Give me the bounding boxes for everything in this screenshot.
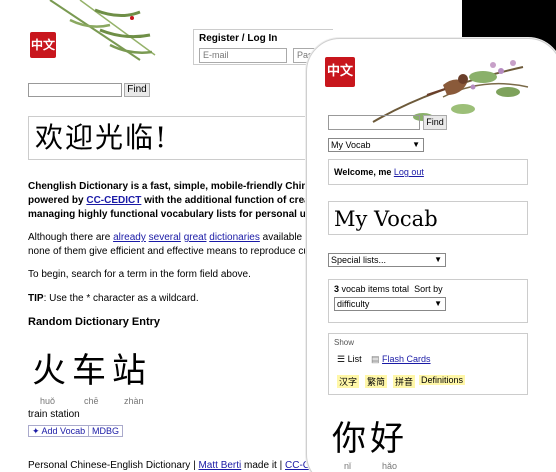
intro-line-1: Chenglish Dictionary is a fast, simple, … <box>28 181 325 192</box>
pinyin-3: zhàn <box>124 396 144 406</box>
chevron-down-icon: ▼ <box>434 255 442 264</box>
tab-list[interactable]: ☰ List <box>337 354 362 365</box>
intro-line-3: managing highly functional vocabulary li… <box>28 209 326 220</box>
find-button[interactable]: Find <box>124 83 150 97</box>
logout-link[interactable]: Log out <box>394 167 424 177</box>
welcome-box: Welcome, me Log out <box>328 159 528 185</box>
cards-icon: ▤ <box>371 354 380 364</box>
tag-pinyin[interactable]: 拼音 <box>393 375 416 388</box>
add-vocab-button[interactable]: ✦ Add Vocab <box>28 425 90 437</box>
great-link[interactable]: great <box>184 232 207 243</box>
entry-definition: train station <box>28 409 80 420</box>
register-title[interactable]: Register / Log In <box>199 33 328 44</box>
footer: Personal Chinese-English Dictionary | Ma… <box>28 460 327 471</box>
tag-hanzi[interactable]: 汉字 <box>337 375 360 388</box>
tip-line: TIP: Use the * character as a wildcard. <box>28 293 199 304</box>
list-icon: ☰ <box>337 354 346 364</box>
mobile-search-input[interactable] <box>328 115 420 130</box>
random-entry-heading: Random Dictionary Entry <box>28 316 161 328</box>
paragraph-2: Although there are already several great… <box>28 232 327 243</box>
mobile-site-logo[interactable]: 中文 <box>325 57 355 87</box>
mobile-find-button[interactable]: Find <box>423 115 447 130</box>
pinyin-2: chē <box>84 396 99 406</box>
several-link[interactable]: several <box>149 232 181 243</box>
mdbg-button[interactable]: MDBG <box>88 425 123 437</box>
paragraph-2-line-2: none of them give efficient and effectiv… <box>28 246 328 257</box>
vocab-list-select[interactable]: My Vocab ▼ <box>328 138 424 152</box>
paragraph-3: To begin, search for a term in the form … <box>28 269 251 280</box>
vocab-characters: 你好 <box>332 419 408 459</box>
random-entry-characters: 火车站 <box>32 351 152 391</box>
special-lists-select[interactable]: Special lists... ▼ <box>328 253 446 267</box>
cc-cedict-link[interactable]: CC-CEDICT <box>86 195 141 206</box>
vocab-pinyin-2: hǎo <box>382 461 398 471</box>
email-field[interactable]: E-mail <box>199 48 287 63</box>
pinyin-1: huǒ <box>40 396 56 406</box>
tag-fanjian[interactable]: 繁简 <box>365 375 388 388</box>
search-input[interactable] <box>28 83 122 97</box>
chevron-down-icon: ▼ <box>434 299 442 308</box>
dictionaries-link[interactable]: dictionaries <box>209 232 260 243</box>
bamboo-illustration <box>49 0 156 61</box>
sort-select[interactable]: difficulty ▼ <box>334 297 446 311</box>
chevron-down-icon: ▼ <box>412 140 420 149</box>
tag-definitions[interactable]: Definitions <box>419 375 466 385</box>
mobile-preview: 中文 Find My Vocab ▼ Welcome, me Log out My… <box>306 38 556 472</box>
vocab-title: My Vocab <box>328 201 528 235</box>
site-logo[interactable]: 中文 <box>30 32 56 58</box>
vocab-pinyin-1: nǐ <box>344 461 352 471</box>
author-link[interactable]: Matt Berti <box>198 460 241 471</box>
vocab-count-box: 3 vocab items total Sort by difficulty ▼ <box>328 279 528 323</box>
already-link[interactable]: already <box>113 232 146 243</box>
intro-line-2: powered by CC-CEDICT with the additional… <box>28 195 329 206</box>
tab-flash-cards[interactable]: ▤ Flash Cards <box>371 354 431 365</box>
show-legend: Show <box>334 338 355 347</box>
